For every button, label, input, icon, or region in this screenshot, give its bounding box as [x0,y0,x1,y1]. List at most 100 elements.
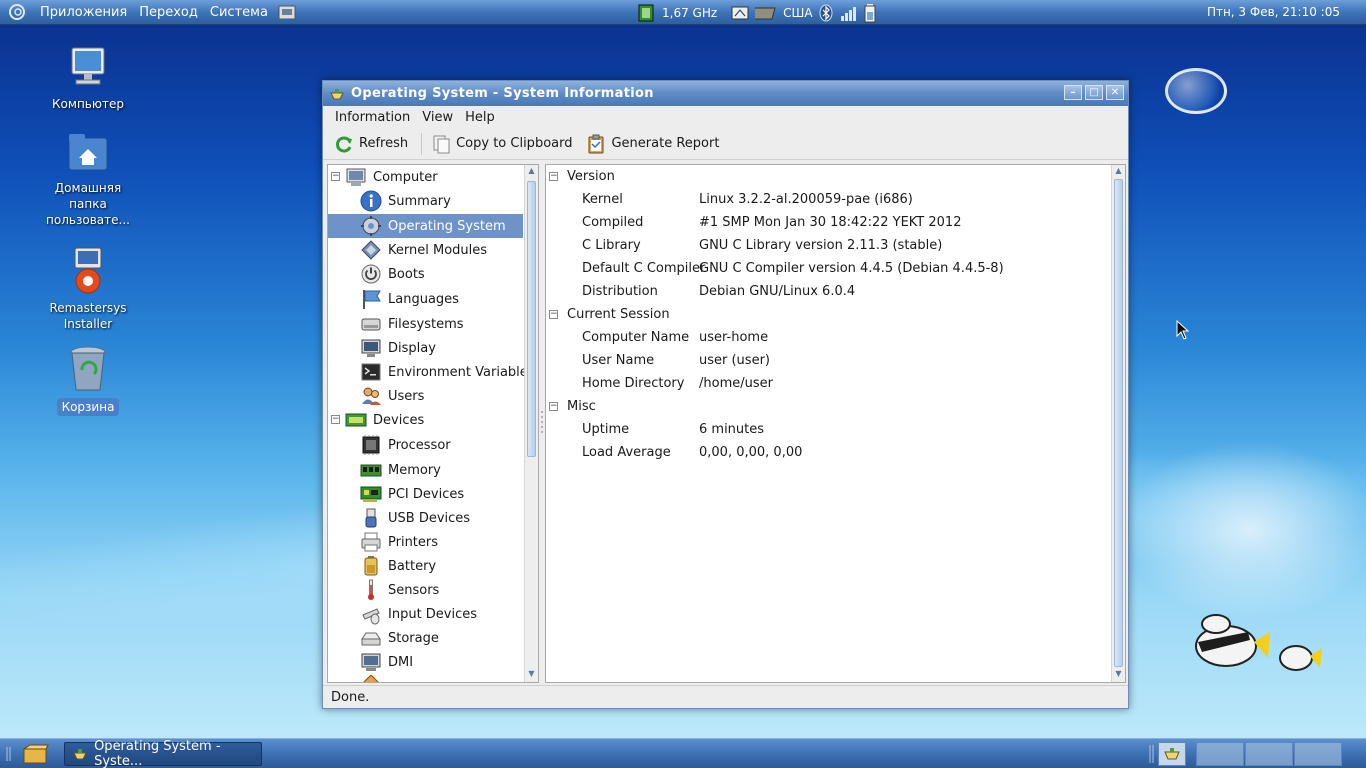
tree-item-storage[interactable]: Storage [328,626,526,650]
tree-item-display[interactable]: Display [328,336,526,360]
details-scrollbar[interactable]: ▲ ▼ [1111,165,1125,682]
detail-key: C Library [582,238,641,253]
scroll-up-arrow[interactable]: ▲ [1112,165,1125,177]
menu-system[interactable]: Система [204,0,274,25]
detail-row[interactable]: Kernel Linux 3.2.2-al.200059-pae (i686) [546,188,1106,211]
collapse-toggle[interactable]: − [549,172,558,181]
menu-view[interactable]: View [416,110,459,125]
tree-item-languages[interactable]: Languages [328,287,526,311]
generate-report-button[interactable]: Generate Report [581,132,724,156]
tree-item-summary[interactable]: Summary [328,189,526,213]
tree-scrollbar[interactable]: ▲ ▼ [524,165,538,682]
workspace-1[interactable] [1196,742,1244,766]
detail-key: Default C Compiler [582,261,706,276]
menu-places[interactable]: Переход [133,0,204,25]
cpu-freq-icon[interactable] [636,3,656,23]
tree-item-dmi[interactable]: DMI [328,650,526,674]
desktop-icon-remastersys[interactable]: Remastersys Installer [40,246,136,332]
detail-key: User Name [582,353,655,368]
desktop-icon-home[interactable]: Домашняя папка пользовате... [40,130,136,228]
window-titlebar[interactable]: Operating System - System Information – … [323,81,1128,106]
detail-key: Uptime [582,422,630,437]
pci-card-icon [360,486,382,502]
collapse-toggle[interactable]: − [331,172,340,181]
tree-item-usb-devices[interactable]: USB Devices [328,506,526,530]
scroll-down-arrow[interactable]: ▼ [1112,668,1125,680]
tray-app-button[interactable] [1158,742,1186,766]
menu-information[interactable]: Information [329,110,416,125]
detail-value: /home/user [699,376,773,391]
bluetooth-icon[interactable] [819,4,833,22]
tree-group-label: Computer [373,169,438,185]
background-splash [1120,440,1366,620]
refresh-button[interactable]: Refresh [329,132,413,156]
trash-icon [70,346,106,391]
tree-item-label: Operating System [388,218,506,234]
partial-tree-icon [363,675,379,682]
tree-item-processor[interactable]: Processor [328,433,526,457]
tree-item-filesystems[interactable]: Filesystems [328,312,526,336]
detail-row[interactable]: Distribution Debian GNU/Linux 6.0.4 [546,280,1106,303]
tree-item-operating-system[interactable]: Operating System [328,214,523,238]
network-icon[interactable] [731,4,749,22]
tree-item-sensors[interactable]: Sensors [328,578,526,602]
menu-applications[interactable]: Приложения [34,0,133,25]
collapse-toggle[interactable]: − [549,310,558,319]
workspace-2[interactable] [1245,742,1293,766]
detail-value: #1 SMP Mon Jan 30 18:42:22 YEKT 2012 [699,215,962,230]
clock[interactable]: Птн, 3 Фев, 21:10 :05 [1207,0,1340,25]
copy-to-clipboard-button[interactable]: Copy to Clipboard [426,132,577,156]
menu-help[interactable]: Help [459,110,501,125]
desktop-icon-trash[interactable]: Корзина [40,344,136,416]
scroll-down-arrow[interactable]: ▼ [525,668,538,680]
workspace-3[interactable] [1294,742,1342,766]
screenshot-launcher-icon[interactable] [278,3,298,21]
tree-group-devices[interactable]: − Devices [328,408,526,432]
tree-item-users[interactable]: Users [328,384,526,408]
desktop-icon-label: Remastersys Installer [49,301,127,331]
close-button[interactable]: ✕ [1106,85,1124,100]
tree-item-boots[interactable]: Boots [328,262,526,286]
scroll-up-arrow[interactable]: ▲ [525,165,538,177]
detail-row[interactable]: Computer Name user-home [546,326,1106,349]
collapse-toggle[interactable]: − [331,415,340,424]
minimize-button[interactable]: – [1064,85,1082,100]
detail-row[interactable]: Uptime 6 minutes [546,418,1106,441]
panel-handle[interactable] [6,745,14,763]
taskbar-window-button[interactable]: Operating System - Syste... [64,739,262,768]
detail-key: Load Average [582,445,671,460]
desktop-icon-computer[interactable]: Компьютер [40,44,136,112]
keyboard-icon[interactable] [755,4,777,22]
detail-row[interactable]: User Name user (user) [546,349,1106,372]
tree-item-label: Battery [388,558,437,574]
tree-item-label: Storage [388,630,439,646]
keyboard-layout[interactable]: США [783,6,812,20]
pane-splitter[interactable] [540,409,544,439]
scroll-thumb[interactable] [527,181,536,457]
system-tray: 1,67 GHz США [636,0,877,25]
detail-row[interactable]: Compiled #1 SMP Mon Jan 30 18:42:22 YEKT… [546,211,1106,234]
panel-handle[interactable] [1148,743,1156,765]
tree-item-pci-devices[interactable]: PCI Devices [328,482,526,506]
gear-icon [361,216,381,236]
tree-item-printers[interactable]: Printers [328,530,526,554]
detail-value: user-home [699,330,769,345]
tree-group-computer[interactable]: − Computer [328,165,526,189]
scroll-thumb[interactable] [1114,179,1123,667]
show-desktop-icon[interactable] [22,743,50,765]
tree-item-input-devices[interactable]: Input Devices [328,602,526,626]
detail-row[interactable]: Home Directory /home/user [546,372,1106,395]
battery-icon[interactable] [863,3,877,23]
detail-row[interactable]: C Library GNU C Library version 2.11.3 (… [546,234,1106,257]
tree-item-memory[interactable]: Memory [328,458,526,482]
collapse-toggle[interactable]: − [549,402,558,411]
maximize-button[interactable]: □ [1085,85,1103,100]
tree-item-kernel-modules[interactable]: Kernel Modules [328,238,526,262]
debian-logo-icon[interactable] [8,3,26,21]
detail-row[interactable]: Default C Compiler GNU C Compiler versio… [546,257,1106,280]
tree-item-environment-variables[interactable]: Environment Variables [328,360,535,384]
top-menu: Приложения Переход Система [34,0,274,25]
signal-strength-icon[interactable] [839,4,857,22]
detail-row[interactable]: Load Average 0,00, 0,00, 0,00 [546,441,1106,464]
tree-item-battery[interactable]: Battery [328,554,526,578]
